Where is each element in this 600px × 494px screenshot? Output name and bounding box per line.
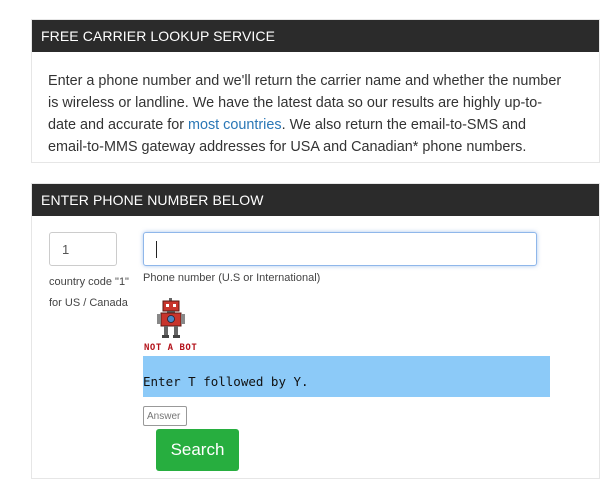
phone-number-label: Phone number (U.S or International) [143, 272, 321, 284]
service-description: Enter a phone number and we'll return th… [32, 52, 599, 158]
country-code-help: country code "1" for US / Canada [49, 276, 129, 309]
captcha-answer-input[interactable] [143, 406, 187, 426]
carrier-lookup-panel: FREE CARRIER LOOKUP SERVICE Enter a phon… [31, 19, 600, 163]
robot-icon [157, 298, 185, 338]
not-a-bot-caption: NOT A BOT [144, 343, 198, 353]
panel-header-lookup: FREE CARRIER LOOKUP SERVICE [32, 20, 599, 52]
most-countries-link[interactable]: most countries [188, 117, 282, 133]
search-button[interactable]: Search [156, 429, 239, 471]
captcha-prompt: Enter T followed by Y. [143, 374, 309, 389]
phone-number-input[interactable] [143, 232, 537, 266]
text-caret [156, 241, 157, 258]
phone-entry-panel: ENTER PHONE NUMBER BELOW country code "1… [31, 183, 600, 479]
panel-header-phone: ENTER PHONE NUMBER BELOW [32, 184, 599, 216]
country-code-input[interactable] [49, 232, 117, 266]
captcha-box: Enter T followed by Y. [143, 356, 550, 397]
